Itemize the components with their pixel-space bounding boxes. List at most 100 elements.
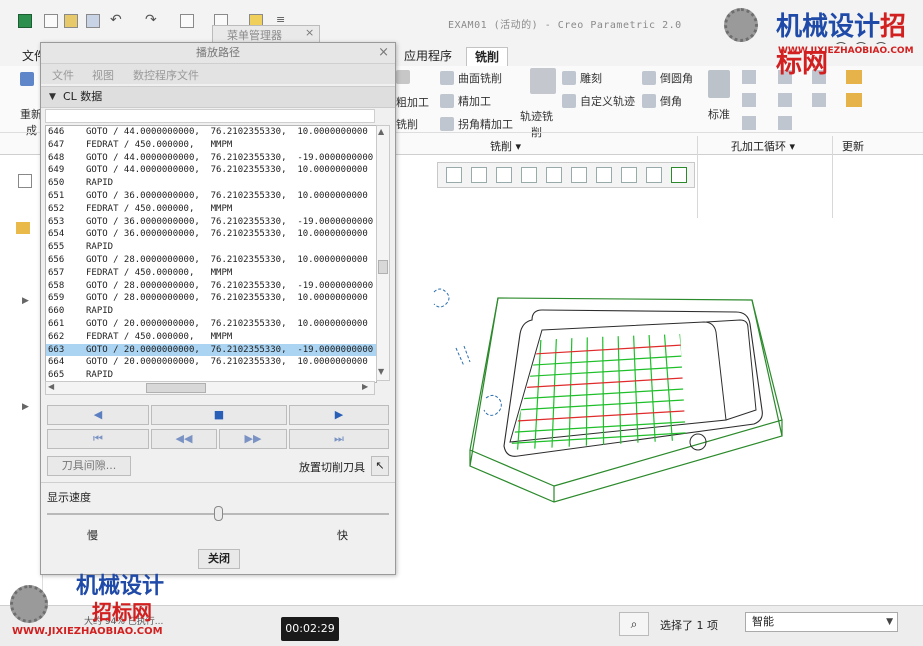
cl-row[interactable]: 662 FEDRAT / 450.000000, MMPM: [46, 331, 376, 344]
update-path-icon[interactable]: [846, 93, 862, 107]
cl-row[interactable]: 657 FEDRAT / 450.000000, MMPM: [46, 267, 376, 280]
cl-row[interactable]: 660 RAPID: [46, 305, 376, 318]
open-folder-icon[interactable]: [64, 14, 78, 28]
menu-file[interactable]: 文件: [52, 67, 74, 83]
finish-button[interactable]: 精加工: [440, 93, 491, 109]
cl-row[interactable]: 646 GOTO / 44.0000000000, 76.2102355330, …: [46, 126, 376, 139]
regenerate-button[interactable]: 重新 成: [20, 106, 42, 138]
scroll-down-icon[interactable]: ▼: [378, 367, 388, 377]
hole-cycle-group-label[interactable]: 孔加工循环 ▾: [731, 138, 795, 154]
cl-row[interactable]: 655 RAPID: [46, 241, 376, 254]
scroll-left-icon[interactable]: ◀: [48, 382, 54, 391]
chamfer-button[interactable]: 倒角: [642, 93, 682, 109]
tab-milling[interactable]: 铣削: [466, 47, 509, 66]
zoom-in-icon[interactable]: [471, 167, 487, 183]
speed-slider-thumb[interactable]: [214, 506, 223, 521]
cl-line-number: 650: [48, 178, 65, 189]
step-forward-button[interactable]: ▶▶: [219, 429, 287, 449]
standard-drill-icon[interactable]: [708, 70, 730, 98]
round-button[interactable]: 倒圆角: [642, 70, 693, 86]
model-root-icon[interactable]: [16, 222, 30, 234]
saved-orientations-icon[interactable]: [571, 167, 587, 183]
cl-row[interactable]: 650 RAPID: [46, 177, 376, 190]
surface-mill-button[interactable]: 曲面铣削: [440, 70, 502, 86]
tool-clearance-button[interactable]: 刀具间隙...: [47, 456, 131, 476]
scroll-up-icon[interactable]: ▲: [378, 127, 388, 137]
trajectory-mill-button[interactable]: 轨迹铣 削: [520, 108, 553, 140]
zoom-out-icon[interactable]: [496, 167, 512, 183]
regenerate-icon[interactable]: [20, 72, 34, 86]
selection-count: 选择了 1 项: [660, 619, 718, 632]
rewind-to-start-button[interactable]: ⏮: [47, 429, 149, 449]
cl-row[interactable]: 649 GOTO / 44.0000000000, 76.2102355330, …: [46, 164, 376, 177]
cl-row[interactable]: 663 GOTO / 20.0000000000, 76.2102355330, …: [46, 343, 376, 357]
expand-arrow-icon[interactable]: ▶: [22, 402, 29, 412]
trajectory-mill-icon[interactable]: [530, 68, 556, 94]
cl-row[interactable]: 651 GOTO / 36.0000000000, 76.2102355330, …: [46, 190, 376, 203]
cl-data-section-header[interactable]: ▼ CL 数据: [41, 86, 395, 108]
selection-filter-select[interactable]: 智能 ▼: [745, 612, 898, 632]
close-button[interactable]: 关闭: [198, 549, 240, 569]
horizontal-scrollbar[interactable]: ◀ ▶: [45, 381, 375, 395]
new-file-icon[interactable]: [44, 14, 58, 28]
menu-manager-tab[interactable]: 菜单管理器 ×: [212, 25, 320, 43]
step-back-button[interactable]: ◀◀: [151, 429, 217, 449]
menu-nc-file[interactable]: 数控程序文件: [133, 67, 199, 83]
place-tool-label: 放置切削刀具: [299, 461, 365, 474]
view-manager-icon[interactable]: [596, 167, 612, 183]
face-mill-button[interactable]: 铣削: [396, 116, 418, 132]
menu-view[interactable]: 视图: [92, 67, 114, 83]
cl-row[interactable]: 664 GOTO / 20.0000000000, 76.2102355330, …: [46, 356, 376, 369]
counterbore-icon[interactable]: [742, 116, 756, 130]
close-icon[interactable]: ×: [378, 45, 389, 60]
play-forward-button[interactable]: ▶: [289, 405, 389, 425]
ream-icon[interactable]: [742, 93, 756, 107]
scroll-right-icon[interactable]: ▶: [362, 382, 368, 391]
cl-row[interactable]: 647 FEDRAT / 450.000000, MMPM: [46, 139, 376, 152]
datum-display-icon[interactable]: [621, 167, 637, 183]
close-icon[interactable]: ×: [305, 26, 314, 39]
cl-row[interactable]: 659 GOTO / 28.0000000000, 76.2102355330, …: [46, 292, 376, 305]
cam-model-viewport[interactable]: [410, 270, 810, 510]
undo-icon[interactable]: ↶: [110, 12, 122, 28]
stop-button[interactable]: ■: [151, 405, 287, 425]
redo-icon[interactable]: ↷: [145, 12, 157, 28]
standard-button[interactable]: 标准: [708, 106, 730, 122]
back-spot-icon[interactable]: [778, 93, 792, 107]
cl-data-list[interactable]: 646 GOTO / 44.0000000000, 76.2102355330, …: [45, 125, 377, 383]
cursor-select-icon[interactable]: ↖: [371, 456, 389, 476]
tree-settings-icon[interactable]: [18, 174, 32, 188]
custom-hole-icon[interactable]: [812, 93, 826, 107]
corner-finish-button[interactable]: 拐角精加工: [440, 116, 513, 132]
cl-row[interactable]: 648 GOTO / 44.0000000000, 76.2102355330, …: [46, 152, 376, 165]
cl-row[interactable]: 653 GOTO / 36.0000000000, 76.2102355330, …: [46, 216, 376, 229]
h-scroll-thumb[interactable]: [146, 383, 206, 393]
find-icon[interactable]: ⌕: [619, 612, 649, 636]
deep-drill-icon[interactable]: [778, 116, 792, 130]
save-icon[interactable]: [86, 14, 100, 28]
rough-mill-button[interactable]: 粗加工: [396, 94, 429, 110]
custom-trajectory-button[interactable]: 自定义轨迹: [562, 93, 635, 109]
spin-center-icon[interactable]: [671, 167, 687, 183]
volume-rough-button[interactable]: [396, 70, 410, 84]
annotation-display-icon[interactable]: [646, 167, 662, 183]
cl-row[interactable]: 654 GOTO / 36.0000000000, 76.2102355330, …: [46, 228, 376, 241]
scroll-thumb[interactable]: [378, 260, 388, 274]
countersink-icon[interactable]: [742, 70, 756, 84]
vertical-scrollbar[interactable]: ▲ ▼: [376, 125, 390, 381]
skip-to-end-button[interactable]: ⏭: [289, 429, 389, 449]
regenerate-icon[interactable]: [180, 14, 194, 28]
play-reverse-button[interactable]: ◀: [47, 405, 149, 425]
cl-row[interactable]: 658 GOTO / 28.0000000000, 76.2102355330, …: [46, 280, 376, 293]
cl-row[interactable]: 661 GOTO / 20.0000000000, 76.2102355330, …: [46, 318, 376, 331]
refit-icon[interactable]: [446, 167, 462, 183]
repaint-icon[interactable]: [521, 167, 537, 183]
display-style-icon[interactable]: [546, 167, 562, 183]
chevron-down-icon[interactable]: ▼: [886, 613, 893, 631]
tab-applications[interactable]: 应用程序: [396, 47, 460, 65]
cl-row[interactable]: 652 FEDRAT / 450.000000, MMPM: [46, 203, 376, 216]
cl-row[interactable]: 656 GOTO / 28.0000000000, 76.2102355330, …: [46, 254, 376, 267]
engrave-button[interactable]: 雕刻: [562, 70, 602, 86]
expand-arrow-icon[interactable]: ▶: [22, 296, 29, 306]
milling-group-label[interactable]: 铣削 ▾: [490, 138, 521, 154]
